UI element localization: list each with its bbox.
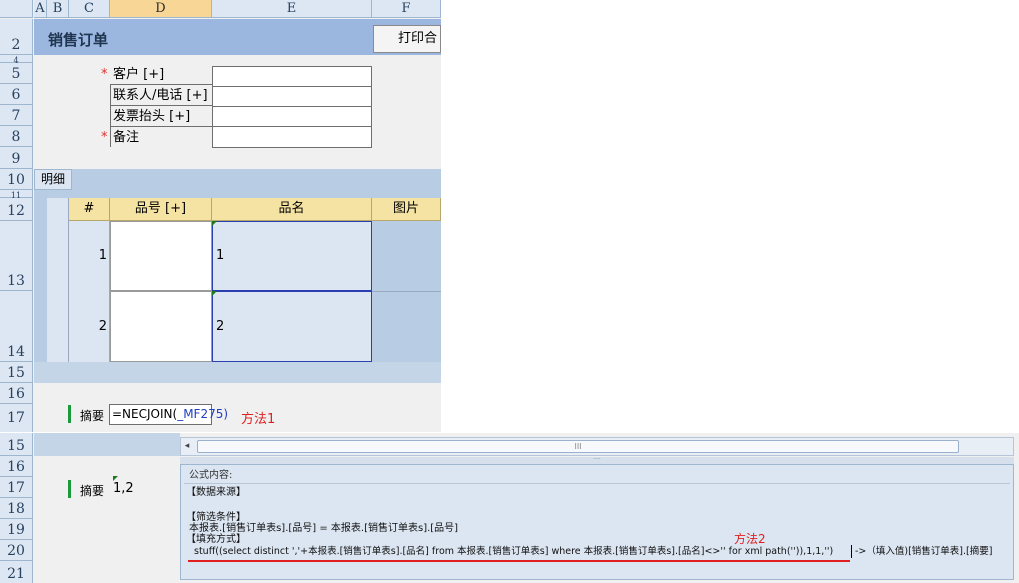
customer-input[interactable] [212, 66, 372, 87]
row-header-10[interactable]: 10 [0, 169, 33, 190]
method2-underline [188, 560, 850, 562]
row-header-16[interactable]: 16 [0, 383, 33, 404]
print-button[interactable]: 打印合 [373, 25, 441, 53]
grid-row-num: 1 [98, 248, 107, 263]
scroll-grip: III [574, 442, 582, 451]
editor-fill-body: stuff((select distinct ','+本报表.[销售订单表s].… [194, 546, 834, 557]
grid-cell-item-name[interactable] [212, 221, 372, 291]
label-underline [110, 126, 212, 127]
required-mark-customer: * [101, 67, 108, 82]
label-underline [110, 105, 212, 106]
row-header-12[interactable]: 12 [0, 198, 33, 221]
grid-cell-item-code[interactable] [110, 221, 212, 291]
grid-cell-item-name-value: 1 [216, 248, 225, 263]
detail-band [34, 169, 441, 198]
required-mark-remark: * [101, 130, 108, 145]
row-header-4[interactable]: 4 [0, 55, 33, 65]
row-header-20b[interactable]: 20 [0, 540, 33, 561]
row-header-15[interactable]: 15 [0, 362, 33, 383]
row-header-15b[interactable]: 15 [0, 433, 33, 456]
row-header-17[interactable]: 17 [0, 404, 33, 432]
grid-cell-item-name-value: 2 [216, 319, 225, 334]
text-cursor [851, 545, 852, 558]
summary-result-value: 1,2 [113, 481, 134, 496]
row-header-6[interactable]: 6 [0, 84, 33, 105]
grid-row-num: 2 [98, 319, 107, 334]
grid-header-image[interactable]: 图片 [372, 198, 441, 221]
contact-input[interactable] [212, 86, 372, 107]
formula-reference: _MF275) [177, 407, 229, 421]
method2-annotation: 方法2 [734, 532, 766, 546]
formula-cell-editor[interactable]: =NECJOIN(_MF275) [109, 404, 228, 425]
invoice-title-input[interactable] [212, 106, 372, 127]
comment-marker-icon [212, 291, 217, 296]
grid-footer-band [34, 433, 180, 456]
row-header-14[interactable]: 14 [0, 291, 33, 362]
field-label-remark: 备注 [113, 130, 140, 145]
print-button-label: 打印合 [398, 31, 438, 46]
tab-detail[interactable]: 明细 [34, 169, 72, 190]
field-label-contact: 联系人/电话 [+] [113, 88, 208, 103]
spreadsheet-form-panel: A B C D E F 2 4 5 6 7 8 9 10 11 12 13 14… [0, 0, 441, 432]
column-header-b[interactable]: B [47, 0, 69, 18]
column-header-f[interactable]: F [372, 0, 441, 18]
method1-annotation: 方法1 [241, 412, 276, 427]
summary-marker [68, 480, 71, 498]
editor-fill-header: 【填充方式】 [186, 534, 246, 545]
column-header-d[interactable]: D [110, 0, 212, 18]
grid-footer-band [34, 362, 441, 383]
grid-header-item-code[interactable]: 品号 [+] [110, 198, 212, 221]
row-header-8[interactable]: 8 [0, 126, 33, 147]
scroll-left-icon[interactable]: ◂ [183, 441, 191, 452]
summary-label: 摘要 [80, 484, 105, 498]
grid-header-num[interactable]: # [69, 198, 110, 221]
row-header-16b[interactable]: 16 [0, 456, 33, 477]
summary-label: 摘要 [80, 409, 105, 423]
scroll-thumb[interactable]: III [197, 440, 959, 453]
row-header-13[interactable]: 13 [0, 221, 33, 291]
grid-header-item-name[interactable]: 品名 [212, 198, 372, 221]
splitter-handle[interactable]: ···· [180, 457, 1014, 464]
grid-cell-item-name[interactable] [212, 291, 372, 362]
row-header-2[interactable]: 2 [0, 19, 33, 55]
select-all-corner[interactable] [0, 0, 33, 18]
designer-panel: 15 16 17 18 19 20 21 摘要 1,2 ◂ III ···· 公… [0, 433, 1019, 583]
editor-divider [184, 483, 1010, 484]
label-left-border [110, 84, 111, 147]
row-header-21b[interactable]: 21 [0, 561, 33, 583]
field-label-customer: 客户 [+] [113, 67, 165, 82]
label-underline [110, 84, 212, 85]
column-header-c[interactable]: C [69, 0, 110, 18]
editor-heading: 公式内容: [189, 470, 233, 481]
grid-row-selector [47, 198, 69, 362]
formula-content-editor[interactable] [180, 464, 1014, 580]
row-header-18b[interactable]: 18 [0, 498, 33, 519]
row-header-5[interactable]: 5 [0, 63, 33, 84]
row-header-19b[interactable]: 19 [0, 519, 33, 540]
row-header-11[interactable]: 11 [0, 190, 33, 200]
editor-source-header: 【数据来源】 [186, 487, 246, 498]
page-title: 销售订单 [48, 31, 109, 49]
formula-text: =NECJOIN( [112, 407, 178, 421]
editor-fill-target: ->（填入值)[销售订单表].[摘要] [855, 546, 993, 557]
grid-row-divider [372, 291, 441, 292]
column-header-e[interactable]: E [212, 0, 372, 18]
field-label-invoice-title: 发票抬头 [+] [113, 109, 191, 124]
row-header-7[interactable]: 7 [0, 105, 33, 126]
grid-cell-item-code[interactable] [110, 291, 212, 362]
comment-marker-icon [212, 221, 217, 226]
column-header-a[interactable]: A [34, 0, 47, 18]
row-header-17b[interactable]: 17 [0, 477, 33, 498]
row-header-9[interactable]: 9 [0, 147, 33, 169]
remark-input[interactable] [212, 126, 372, 148]
summary-marker [68, 405, 71, 423]
